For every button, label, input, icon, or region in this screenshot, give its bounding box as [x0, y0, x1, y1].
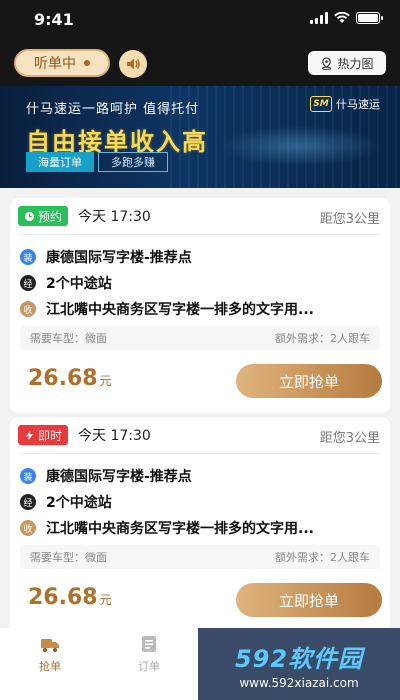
route-stop-via: 经 2个中途站	[10, 491, 390, 513]
price-unit: 元	[99, 374, 112, 388]
order-time: 今天 17:30	[78, 428, 151, 444]
status-time: 9:41	[34, 10, 74, 29]
pickup-marker: 装	[20, 468, 36, 484]
battery-icon	[356, 12, 383, 24]
pickup-address: 康德国际写字楼-推荐点	[46, 469, 192, 485]
brand-logo: SM 什马速运	[310, 96, 380, 112]
order-distance: 距您3公里	[319, 212, 380, 227]
via-stops: 2个中途站	[46, 495, 112, 511]
order-card-header: 预约 今天 17:30 距您3公里	[10, 198, 390, 234]
location-pin-icon	[322, 56, 332, 70]
status-icons	[310, 12, 383, 24]
logo-text: 什马速运	[336, 98, 380, 111]
via-marker: 经	[20, 275, 36, 291]
dropoff-address: 江北嘴中央商务区写字楼一排多的文字用...	[46, 521, 314, 537]
route-stop-pickup: 装 康德国际写字楼-推荐点	[10, 465, 390, 487]
order-type-badge: 即时	[18, 425, 69, 445]
order-card[interactable]: 即时 今天 17:30 距您3公里 装 康德国际写字楼-推荐点 经 2个中途站 …	[10, 417, 390, 632]
signal-icon	[310, 12, 328, 24]
price-amount: 26.68	[28, 585, 98, 610]
divider	[20, 453, 380, 454]
grab-order-button[interactable]: 立即抢单	[236, 364, 382, 398]
route-stop-via: 经 2个中途站	[10, 272, 390, 294]
pickup-marker: 装	[20, 249, 36, 265]
watermark-title: 592软件园	[234, 644, 364, 673]
order-type-label: 预约	[38, 209, 63, 224]
divider	[20, 234, 380, 235]
banner-chips: 海量订单 多跑多赚	[26, 152, 168, 172]
banner-tagline: 什马速运一路呵护 值得托付	[26, 102, 200, 117]
listening-dot-icon	[84, 60, 90, 66]
logo-badge: SM	[310, 96, 332, 112]
promo-banner[interactable]: 什马速运一路呵护 值得托付 自由接单收入高 海量订单 多跑多赚 SM 什马速运	[0, 86, 400, 188]
speaker-button[interactable]	[119, 50, 147, 78]
extra-requirement: 额外需求：2人跟车	[275, 332, 370, 345]
tab-label: 订单	[138, 660, 160, 673]
banner-chip-earn: 多跑多赚	[98, 152, 168, 172]
extra-requirement: 额外需求：2人跟车	[275, 551, 370, 564]
route-stop-pickup: 装 康德国际写字楼-推荐点	[10, 246, 390, 268]
via-stops: 2个中途站	[46, 276, 112, 292]
order-time: 今天 17:30	[78, 209, 151, 225]
pickup-address: 康德国际写字楼-推荐点	[46, 250, 192, 266]
order-card[interactable]: 预约 今天 17:30 距您3公里 装 康德国际写字楼-推荐点 经 2个中途站 …	[10, 198, 390, 413]
requirements-bar: 需要车型：微面 额外需求：2人跟车	[20, 326, 380, 350]
price-amount: 26.68	[28, 366, 98, 391]
watermark: 592软件园 www.592xiazai.com	[198, 628, 400, 700]
dropoff-address: 江北嘴中央商务区写字楼一排多的文字用...	[46, 302, 314, 318]
via-marker: 经	[20, 494, 36, 510]
requirements-bar: 需要车型：微面 额外需求：2人跟车	[20, 545, 380, 569]
clock-icon	[24, 211, 35, 221]
banner-chip-orders: 海量订单	[26, 152, 94, 172]
listening-label: 听单中	[34, 56, 76, 72]
tab-label: 抢单	[39, 660, 61, 673]
price-unit: 元	[99, 593, 112, 607]
order-price: 26.68 元	[28, 585, 112, 610]
app-header: 9:41 听单中 热力图	[0, 0, 400, 86]
order-type-badge: 预约	[18, 206, 69, 226]
order-price: 26.68 元	[28, 366, 112, 391]
order-distance: 距您3公里	[319, 431, 380, 446]
route-stop-dropoff: 收 江北嘴中央商务区写字楼一排多的文字用...	[10, 517, 390, 539]
tab-grab-orders[interactable]: 抢单	[20, 634, 80, 674]
tab-orders[interactable]: 订单	[119, 634, 179, 674]
order-card-header: 即时 今天 17:30 距您3公里	[10, 417, 390, 453]
vehicle-requirement: 需要车型：微面	[30, 551, 107, 564]
vehicle-requirement: 需要车型：微面	[30, 332, 107, 345]
order-type-label: 即时	[38, 428, 63, 443]
grab-order-button[interactable]: 立即抢单	[236, 583, 382, 617]
dropoff-marker: 收	[20, 520, 36, 536]
document-icon	[142, 636, 156, 652]
heatmap-label: 热力图	[337, 56, 374, 71]
speaker-icon	[127, 58, 140, 70]
route-stop-dropoff: 收 江北嘴中央商务区写字楼一排多的文字用...	[10, 298, 390, 320]
wifi-icon	[334, 12, 350, 23]
truck-icon	[41, 639, 59, 652]
dropoff-marker: 收	[20, 301, 36, 317]
lightning-icon	[25, 429, 34, 441]
watermark-url: www.592xiazai.com	[239, 675, 359, 690]
status-bar: 9:41	[0, 0, 400, 40]
heatmap-button[interactable]: 热力图	[308, 51, 386, 75]
listening-toggle[interactable]: 听单中	[14, 49, 110, 77]
